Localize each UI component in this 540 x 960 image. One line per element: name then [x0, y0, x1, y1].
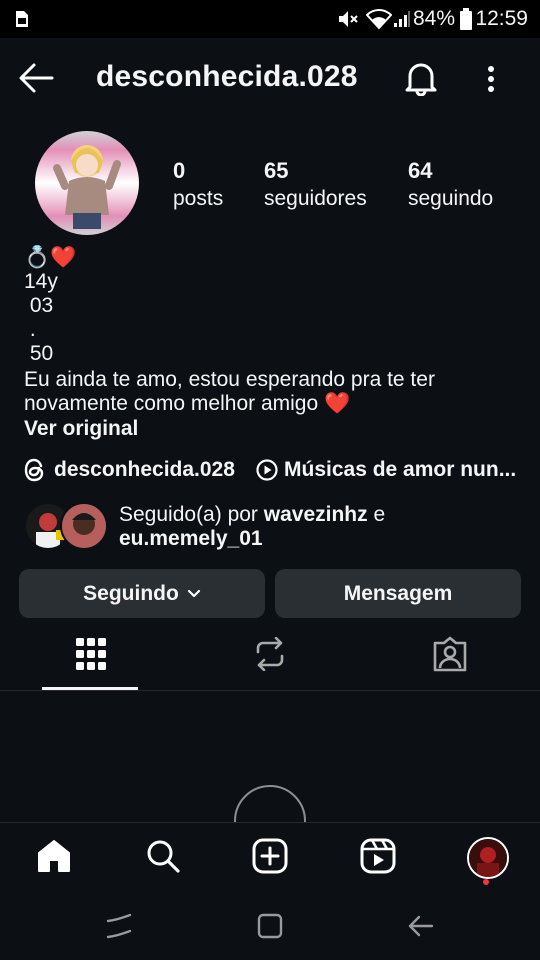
signal-icon: [393, 10, 411, 28]
see-original-link[interactable]: Ver original: [24, 417, 138, 441]
home-icon[interactable]: [36, 838, 72, 874]
more-options-icon[interactable]: [484, 64, 498, 94]
search-icon[interactable]: [145, 838, 181, 874]
notification-dot: [483, 879, 489, 885]
bio-line: Eu ainda te amo, estou esperando pra te …: [24, 368, 435, 391]
followers-count[interactable]: 65: [264, 158, 288, 184]
gallery-notification-icon: [15, 10, 29, 28]
music-title: Músicas de amor nun...: [284, 458, 517, 481]
back-button[interactable]: [18, 62, 54, 94]
followed-by-text[interactable]: Seguido(a) por wavezinhz e eu.memely_01: [119, 503, 385, 551]
profile-avatar[interactable]: [35, 131, 139, 235]
followed-by-user[interactable]: eu.memely_01: [119, 527, 263, 550]
threads-link[interactable]: desconhecida.028: [24, 458, 235, 482]
followed-by-joiner: e: [367, 503, 386, 526]
threads-icon: [24, 458, 46, 482]
grid-icon: [76, 638, 106, 670]
tab-tagged[interactable]: [432, 636, 468, 672]
profile-tab-avatar[interactable]: [467, 837, 509, 879]
clock: 12:59: [475, 7, 528, 30]
bio-line: .: [24, 318, 36, 341]
message-button-label: Mensagem: [343, 581, 453, 605]
following-button[interactable]: Seguindo: [19, 569, 265, 618]
following-count[interactable]: 64: [408, 158, 432, 184]
bottom-navigation: [0, 822, 540, 893]
chevron-down-icon: [187, 589, 201, 599]
status-bar: 84% 12:59: [0, 0, 540, 38]
bio-emoji-line: 💍❤️: [24, 246, 77, 269]
tabs-divider: [0, 690, 540, 691]
followed-by-user[interactable]: wavezinhz: [264, 503, 368, 526]
posts-count: 0: [173, 158, 186, 183]
create-post-icon[interactable]: [252, 838, 288, 874]
tab-posts-grid[interactable]: [76, 638, 106, 670]
bio-line: 50: [24, 342, 54, 365]
battery-percent: 84%: [412, 7, 455, 30]
posts-label: posts: [173, 187, 224, 210]
tagged-user-icon: [433, 636, 467, 672]
tab-reposts[interactable]: [254, 637, 286, 671]
reels-icon[interactable]: [360, 838, 396, 874]
followers-label[interactable]: seguidores: [264, 187, 367, 211]
repost-icon: [256, 637, 284, 671]
music-link[interactable]: Músicas de amor nun...: [256, 458, 516, 482]
play-circle-icon: [256, 459, 278, 481]
followed-by-prefix: Seguido(a) por: [119, 503, 264, 526]
message-button[interactable]: Mensagem: [275, 569, 521, 618]
bell-icon[interactable]: [404, 60, 438, 96]
bio-line: 03: [24, 294, 54, 317]
following-button-label: Seguindo: [83, 581, 179, 605]
bio-line: novamente como melhor amigo ❤️: [24, 392, 351, 415]
back-nav-icon[interactable]: [407, 912, 435, 940]
recent-apps-icon[interactable]: [105, 912, 133, 940]
bio-line: 14y: [24, 270, 58, 293]
following-label[interactable]: seguindo: [408, 187, 493, 211]
battery-icon: [460, 8, 472, 30]
wifi-icon: [366, 8, 392, 30]
mutual-follower-avatar[interactable]: [60, 502, 108, 550]
threads-username: desconhecida.028: [54, 458, 235, 481]
system-navigation-bar: [0, 892, 540, 960]
home-button-icon[interactable]: [256, 912, 284, 940]
profile-username-title: desconhecida.028: [96, 60, 358, 93]
mute-icon: [337, 9, 359, 29]
